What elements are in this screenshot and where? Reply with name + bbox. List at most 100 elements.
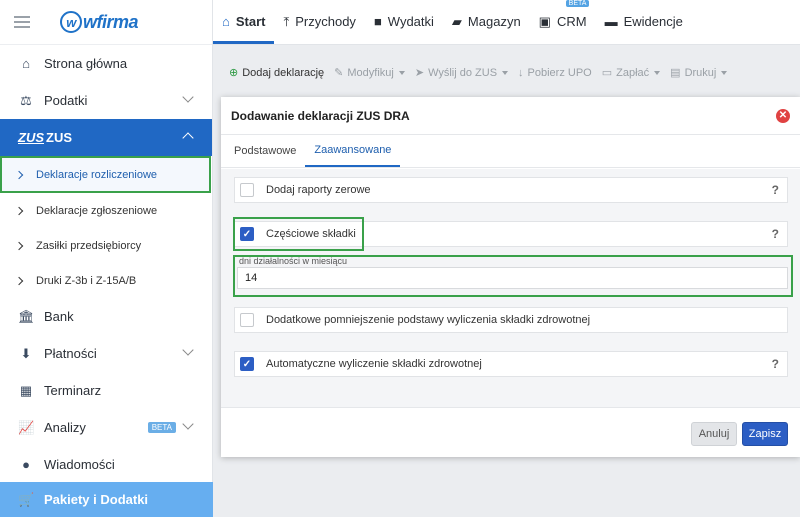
hamburger-menu-icon[interactable] (14, 16, 30, 28)
income-icon: ⤒ (283, 13, 290, 29)
tab-advanced[interactable]: Zaawansowane (305, 135, 401, 167)
save-button[interactable]: Zapisz (742, 422, 788, 446)
chart-icon: 📈 (18, 419, 35, 435)
zus-dra-dialog: Dodawanie deklaracji ZUS DRA ✕ Podstawow… (221, 97, 800, 457)
tab-records[interactable]: ▬ Ewidencje (596, 0, 692, 44)
sidebar-item-payments[interactable]: ⬇ Płatności (0, 335, 212, 372)
tab-label: Start (235, 14, 266, 29)
download-icon: ⬇ (20, 345, 32, 361)
sidebar-item-home[interactable]: ⌂ Strona główna (0, 45, 212, 82)
sidebar-subitem-label: Zasiłki przedsiębiorcy (36, 239, 142, 252)
tab-income[interactable]: ⤒ Przychody (274, 0, 364, 44)
option-label: Dodaj raporty zerowe (266, 184, 371, 196)
tab-label: Ewidencje (623, 14, 683, 29)
dialog-header: Dodawanie deklaracji ZUS DRA ✕ (221, 97, 800, 135)
sidebar-item-messages[interactable]: ● Wiadomości (0, 446, 212, 483)
warehouse-icon: ▰ (451, 13, 462, 29)
sidebar-subitem-forms[interactable]: Druki Z-3b i Z-15A/B (0, 263, 212, 298)
add-declaration-button[interactable]: ⊕ Dodaj deklarację (229, 66, 325, 80)
tab-crm[interactable]: BETA ▣ CRM (530, 0, 596, 44)
chevron-down-icon[interactable] (182, 91, 194, 103)
help-icon[interactable]: ? (772, 183, 779, 197)
chevron-up-icon[interactable] (182, 132, 194, 144)
tab-basic[interactable]: Podstawowe (225, 135, 305, 167)
activity-days-input[interactable]: 14 (237, 267, 788, 289)
pay-label: Zapłać (616, 66, 650, 79)
zus-logo-icon: ZUS (18, 130, 44, 145)
caret-down-icon (654, 70, 661, 75)
beta-badge: BETA (147, 422, 176, 433)
chevron-right-icon (14, 206, 24, 215)
modify-button[interactable]: ✎ Modyfikuj (334, 66, 405, 79)
sidebar-subitem-label: Deklaracje rozliczeniowe (36, 168, 158, 181)
money-icon: ▭ (601, 67, 613, 79)
plus-circle-icon: ⊕ (229, 67, 239, 79)
dialog-title: Dodawanie deklaracji ZUS DRA (231, 108, 410, 123)
logo-text: wfirma (83, 11, 139, 32)
caret-down-icon (721, 70, 728, 75)
option-additional-reduction[interactable]: Dodatkowe pomniejszenie podstawy wylicze… (234, 307, 788, 333)
sidebar-subitem-settlement-declarations[interactable]: Deklaracje rozliczeniowe (0, 156, 211, 193)
expenses-icon: ■ (373, 14, 382, 29)
cancel-button[interactable]: Anuluj (691, 422, 737, 446)
pay-button[interactable]: ▭ Zapłać (601, 66, 661, 79)
activity-days-label: dni działalności w miesiącu (239, 256, 348, 266)
highlight-partial-contributions (233, 217, 364, 251)
option-zero-reports[interactable]: Dodaj raporty zerowe ? (234, 177, 788, 203)
caret-down-icon (398, 70, 405, 75)
sidebar-item-zus[interactable]: ZUS ZUS (0, 119, 212, 156)
print-label: Drukuj (684, 66, 717, 79)
modify-label: Modyfikuj (347, 66, 394, 79)
scales-icon: ⚖ (20, 92, 32, 108)
chat-bubble-icon: ● (22, 457, 30, 472)
tab-start[interactable]: ⌂ Start (213, 0, 275, 44)
zero-reports-checkbox[interactable] (240, 183, 254, 197)
dialog-footer: Anuluj Zapisz (221, 407, 800, 457)
additional-reduction-checkbox[interactable] (240, 313, 254, 327)
sidebar-item-label: Analizy (44, 420, 86, 435)
help-icon[interactable]: ? (772, 227, 779, 241)
dialog-tabs: Podstawowe Zaawansowane (221, 135, 800, 168)
beta-badge: BETA (565, 0, 590, 7)
sidebar-item-analytics[interactable]: 📈 Analizy BETA (0, 409, 212, 446)
tab-warehouse[interactable]: ▰ Magazyn (443, 0, 530, 44)
help-icon[interactable]: ? (772, 357, 779, 371)
edit-icon: ✎ (334, 67, 344, 79)
auto-health-checkbox[interactable]: ✓ (240, 357, 254, 371)
send-to-zus-button[interactable]: ➤ Wyślij do ZUS (415, 66, 509, 79)
tab-label: Wydatki (387, 14, 434, 29)
sidebar: w wfirma ⌂ Strona główna ⚖ Podatki ZUS Z… (0, 0, 213, 517)
option-label: Automatyczne wyliczenie składki zdrowotn… (266, 358, 482, 370)
sidebar-subitem-benefits[interactable]: Zasiłki przedsiębiorcy (0, 228, 212, 263)
sidebar-item-taxes[interactable]: ⚖ Podatki (0, 82, 212, 119)
add-declaration-label: Dodaj deklarację (242, 66, 325, 79)
close-icon[interactable]: ✕ (776, 109, 790, 123)
fetch-upo-button[interactable]: ↓ Pobierz UPO (518, 67, 592, 79)
chevron-right-icon (14, 241, 24, 250)
sidebar-subitem-label: Deklaracje zgłoszeniowe (36, 204, 158, 217)
sidebar-item-calendar[interactable]: ▦ Terminarz (0, 372, 212, 409)
chevron-down-icon[interactable] (182, 344, 194, 356)
sidebar-nav: ⌂ Strona główna ⚖ Podatki ZUS ZUS Deklar… (0, 45, 212, 483)
contact-card-icon: ▣ (538, 13, 551, 29)
option-auto-health-contribution[interactable]: ✓ Automatyczne wyliczenie składki zdrowo… (234, 351, 788, 377)
bank-icon: 🏛 (18, 308, 35, 324)
wfirma-logo[interactable]: w wfirma (60, 11, 139, 33)
sidebar-item-label: Wiadomości (44, 457, 115, 472)
tab-label: CRM (556, 14, 587, 29)
sidebar-item-label: Płatności (44, 346, 97, 361)
sidebar-subitem-label: Druki Z-3b i Z-15A/B (36, 274, 137, 287)
folder-icon: ▬ (604, 14, 618, 29)
tab-expenses[interactable]: ■ Wydatki (365, 0, 443, 44)
sidebar-subitem-registration-declarations[interactable]: Deklaracje zgłoszeniowe (0, 193, 212, 228)
cart-icon: 🛒 (18, 491, 35, 507)
caret-down-icon (502, 70, 509, 75)
logo-bar: w wfirma (0, 0, 212, 45)
sidebar-item-bank[interactable]: 🏛 Bank (0, 298, 212, 335)
print-button[interactable]: ▤ Drukuj (670, 66, 728, 79)
sidebar-item-packages[interactable]: 🛒 Pakiety i Dodatki (0, 482, 213, 517)
home-building-icon: ⌂ (22, 56, 30, 71)
sidebar-item-label: ZUS (46, 130, 72, 145)
chevron-down-icon[interactable] (182, 418, 194, 430)
sidebar-item-label: Bank (44, 309, 74, 324)
